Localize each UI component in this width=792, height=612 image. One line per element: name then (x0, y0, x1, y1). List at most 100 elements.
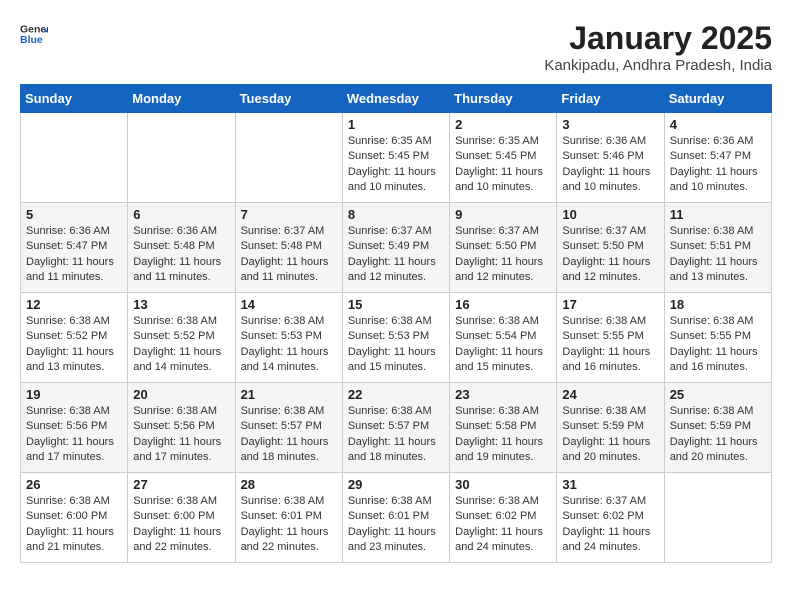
day-info: Sunrise: 6:38 AM Sunset: 5:57 PM Dayligh… (241, 404, 337, 466)
weekday-header-saturday: Saturday (664, 85, 771, 113)
day-number: 19 (26, 387, 122, 402)
day-number: 30 (455, 477, 551, 492)
day-info: Sunrise: 6:38 AM Sunset: 5:56 PM Dayligh… (133, 404, 229, 466)
calendar-cell: 1 Sunrise: 6:35 AM Sunset: 5:45 PM Daylig… (342, 113, 449, 203)
day-info: Sunrise: 6:38 AM Sunset: 5:56 PM Dayligh… (26, 404, 122, 466)
day-number: 11 (670, 207, 766, 222)
day-info: Sunrise: 6:37 AM Sunset: 6:02 PM Dayligh… (562, 494, 658, 556)
weekday-header-sunday: Sunday (21, 85, 128, 113)
day-number: 18 (670, 297, 766, 312)
day-info: Sunrise: 6:37 AM Sunset: 5:48 PM Dayligh… (241, 224, 337, 286)
calendar-table: SundayMondayTuesdayWednesdayThursdayFrid… (20, 84, 772, 563)
day-info: Sunrise: 6:38 AM Sunset: 5:55 PM Dayligh… (670, 314, 766, 376)
calendar-cell: 6 Sunrise: 6:36 AM Sunset: 5:48 PM Daylig… (128, 203, 235, 293)
calendar-week-row: 1 Sunrise: 6:35 AM Sunset: 5:45 PM Daylig… (21, 113, 772, 203)
day-number: 17 (562, 297, 658, 312)
calendar-cell: 18 Sunrise: 6:38 AM Sunset: 5:55 PM Dayli… (664, 293, 771, 383)
day-number: 5 (26, 207, 122, 222)
day-info: Sunrise: 6:35 AM Sunset: 5:45 PM Dayligh… (348, 134, 444, 196)
day-info: Sunrise: 6:38 AM Sunset: 5:59 PM Dayligh… (562, 404, 658, 466)
day-number: 25 (670, 387, 766, 402)
calendar-cell: 22Sunrise: 6:38 AM Sunset: 5:57 PM Dayli… (342, 383, 449, 473)
day-info: Sunrise: 6:38 AM Sunset: 5:52 PM Dayligh… (26, 314, 122, 376)
calendar-cell: 28Sunrise: 6:38 AM Sunset: 6:01 PM Dayli… (235, 473, 342, 563)
calendar-cell: 27 Sunrise: 6:38 AM Sunset: 6:00 PM Dayli… (128, 473, 235, 563)
day-info: Sunrise: 6:38 AM Sunset: 5:58 PM Dayligh… (455, 404, 551, 466)
day-number: 21 (241, 387, 337, 402)
page-header: General Blue January 2025 Kankipadu, And… (20, 20, 772, 74)
calendar-cell (664, 473, 771, 563)
calendar-body: 1 Sunrise: 6:35 AM Sunset: 5:45 PM Daylig… (21, 113, 772, 563)
day-info: Sunrise: 6:37 AM Sunset: 5:50 PM Dayligh… (562, 224, 658, 286)
calendar-cell: 10Sunrise: 6:37 AM Sunset: 5:50 PM Dayli… (557, 203, 664, 293)
calendar-cell: 14 Sunrise: 6:38 AM Sunset: 5:53 PM Dayli… (235, 293, 342, 383)
day-number: 31 (562, 477, 658, 492)
calendar-week-row: 5 Sunrise: 6:36 AM Sunset: 5:47 PM Daylig… (21, 203, 772, 293)
calendar-title: January 2025 (544, 20, 772, 57)
day-number: 12 (26, 297, 122, 312)
day-number: 27 (133, 477, 229, 492)
title-area: January 2025 Kankipadu, Andhra Pradesh, … (544, 20, 772, 74)
calendar-cell: 3Sunrise: 6:36 AM Sunset: 5:46 PM Daylig… (557, 113, 664, 203)
calendar-cell: 5 Sunrise: 6:36 AM Sunset: 5:47 PM Daylig… (21, 203, 128, 293)
calendar-cell (128, 113, 235, 203)
calendar-cell: 2Sunrise: 6:35 AM Sunset: 5:45 PM Daylig… (450, 113, 557, 203)
calendar-cell: 26Sunrise: 6:38 AM Sunset: 6:00 PM Dayli… (21, 473, 128, 563)
weekday-header-thursday: Thursday (450, 85, 557, 113)
calendar-cell: 29Sunrise: 6:38 AM Sunset: 6:01 PM Dayli… (342, 473, 449, 563)
day-info: Sunrise: 6:38 AM Sunset: 6:01 PM Dayligh… (348, 494, 444, 556)
calendar-cell: 8 Sunrise: 6:37 AM Sunset: 5:49 PM Daylig… (342, 203, 449, 293)
calendar-cell: 23Sunrise: 6:38 AM Sunset: 5:58 PM Dayli… (450, 383, 557, 473)
day-number: 28 (241, 477, 337, 492)
weekday-header-tuesday: Tuesday (235, 85, 342, 113)
calendar-cell: 31 Sunrise: 6:37 AM Sunset: 6:02 PM Dayli… (557, 473, 664, 563)
day-info: Sunrise: 6:38 AM Sunset: 5:51 PM Dayligh… (670, 224, 766, 286)
calendar-cell: 15Sunrise: 6:38 AM Sunset: 5:53 PM Dayli… (342, 293, 449, 383)
day-info: Sunrise: 6:37 AM Sunset: 5:49 PM Dayligh… (348, 224, 444, 286)
calendar-cell: 4Sunrise: 6:36 AM Sunset: 5:47 PM Daylig… (664, 113, 771, 203)
calendar-cell: 25 Sunrise: 6:38 AM Sunset: 5:59 PM Dayli… (664, 383, 771, 473)
calendar-cell: 30 Sunrise: 6:38 AM Sunset: 6:02 PM Dayli… (450, 473, 557, 563)
day-info: Sunrise: 6:38 AM Sunset: 5:53 PM Dayligh… (241, 314, 337, 376)
day-number: 16 (455, 297, 551, 312)
day-info: Sunrise: 6:36 AM Sunset: 5:47 PM Dayligh… (26, 224, 122, 286)
weekday-header-friday: Friday (557, 85, 664, 113)
calendar-cell: 24 Sunrise: 6:38 AM Sunset: 5:59 PM Dayli… (557, 383, 664, 473)
day-info: Sunrise: 6:38 AM Sunset: 5:54 PM Dayligh… (455, 314, 551, 376)
day-number: 9 (455, 207, 551, 222)
calendar-cell: 7 Sunrise: 6:37 AM Sunset: 5:48 PM Daylig… (235, 203, 342, 293)
day-number: 3 (562, 117, 658, 132)
day-number: 20 (133, 387, 229, 402)
calendar-cell: 21 Sunrise: 6:38 AM Sunset: 5:57 PM Dayli… (235, 383, 342, 473)
day-info: Sunrise: 6:38 AM Sunset: 6:02 PM Dayligh… (455, 494, 551, 556)
day-info: Sunrise: 6:38 AM Sunset: 5:55 PM Dayligh… (562, 314, 658, 376)
day-number: 7 (241, 207, 337, 222)
calendar-week-row: 19 Sunrise: 6:38 AM Sunset: 5:56 PM Dayli… (21, 383, 772, 473)
calendar-cell (235, 113, 342, 203)
day-info: Sunrise: 6:35 AM Sunset: 5:45 PM Dayligh… (455, 134, 551, 196)
day-number: 4 (670, 117, 766, 132)
day-info: Sunrise: 6:38 AM Sunset: 6:00 PM Dayligh… (133, 494, 229, 556)
weekday-header-row: SundayMondayTuesdayWednesdayThursdayFrid… (21, 85, 772, 113)
day-info: Sunrise: 6:36 AM Sunset: 5:48 PM Dayligh… (133, 224, 229, 286)
calendar-week-row: 12 Sunrise: 6:38 AM Sunset: 5:52 PM Dayli… (21, 293, 772, 383)
calendar-cell: 17 Sunrise: 6:38 AM Sunset: 5:55 PM Dayli… (557, 293, 664, 383)
weekday-header-monday: Monday (128, 85, 235, 113)
day-info: Sunrise: 6:38 AM Sunset: 5:52 PM Dayligh… (133, 314, 229, 376)
calendar-cell (21, 113, 128, 203)
day-number: 1 (348, 117, 444, 132)
calendar-header: SundayMondayTuesdayWednesdayThursdayFrid… (21, 85, 772, 113)
day-number: 24 (562, 387, 658, 402)
logo-icon: General Blue (20, 20, 48, 48)
day-number: 14 (241, 297, 337, 312)
calendar-cell: 9 Sunrise: 6:37 AM Sunset: 5:50 PM Daylig… (450, 203, 557, 293)
calendar-cell: 11 Sunrise: 6:38 AM Sunset: 5:51 PM Dayli… (664, 203, 771, 293)
day-info: Sunrise: 6:38 AM Sunset: 5:53 PM Dayligh… (348, 314, 444, 376)
calendar-cell: 12 Sunrise: 6:38 AM Sunset: 5:52 PM Dayli… (21, 293, 128, 383)
day-info: Sunrise: 6:38 AM Sunset: 5:59 PM Dayligh… (670, 404, 766, 466)
calendar-cell: 13Sunrise: 6:38 AM Sunset: 5:52 PM Dayli… (128, 293, 235, 383)
day-number: 26 (26, 477, 122, 492)
day-info: Sunrise: 6:37 AM Sunset: 5:50 PM Dayligh… (455, 224, 551, 286)
day-number: 6 (133, 207, 229, 222)
day-number: 8 (348, 207, 444, 222)
